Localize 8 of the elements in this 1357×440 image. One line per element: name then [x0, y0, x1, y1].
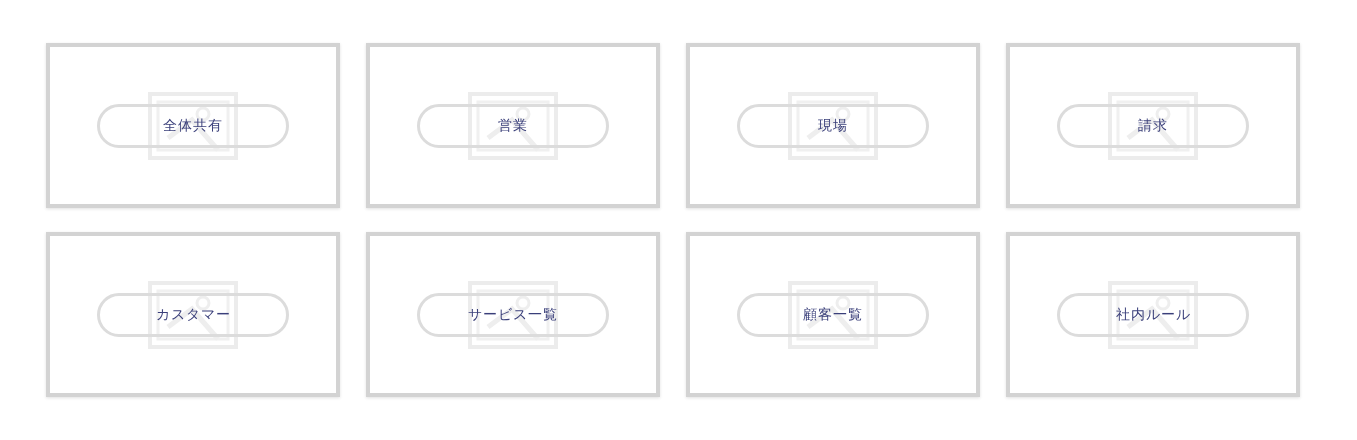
category-link[interactable]: 全体共有	[97, 103, 289, 148]
category-link[interactable]: サービス一覧	[417, 292, 609, 337]
category-link[interactable]: 請求	[1057, 103, 1249, 148]
category-link[interactable]: 社内ルール	[1057, 292, 1249, 337]
category-link[interactable]: カスタマー	[97, 292, 289, 337]
category-link[interactable]: 営業	[417, 103, 609, 148]
category-link[interactable]: 現場	[737, 103, 929, 148]
category-link[interactable]: 顧客一覧	[737, 292, 929, 337]
